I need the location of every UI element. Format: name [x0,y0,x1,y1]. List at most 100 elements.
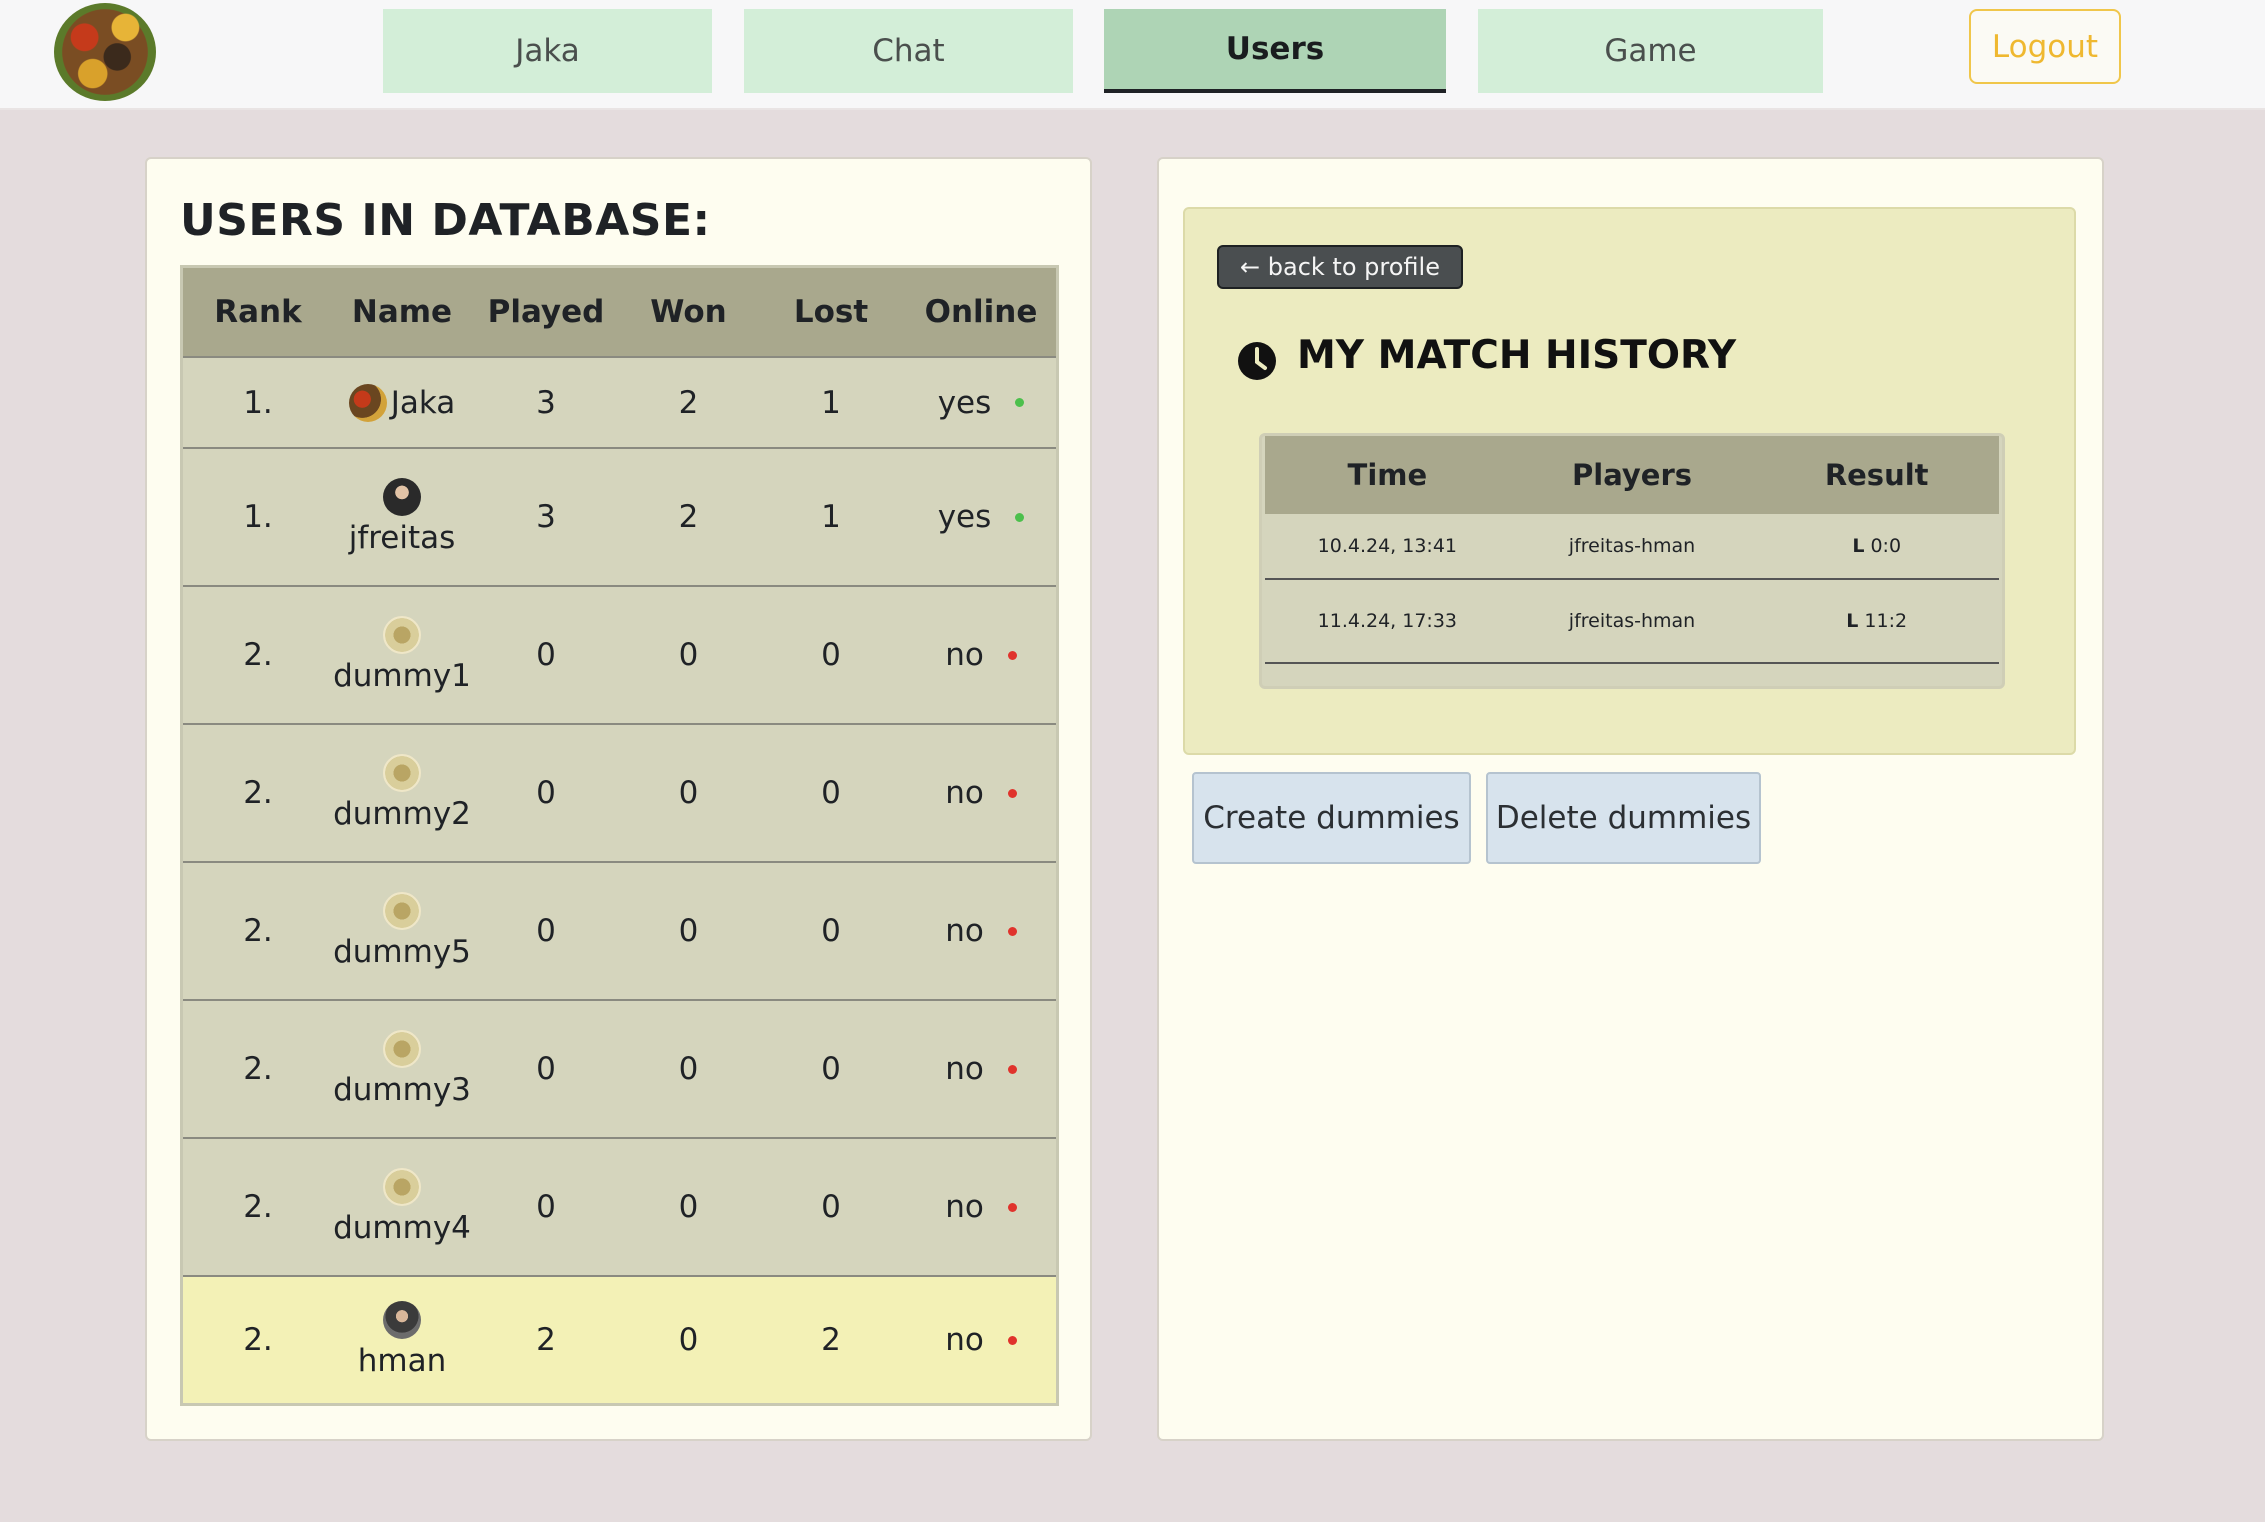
user-name[interactable]: dummy4 [333,1210,471,1246]
name-cell[interactable]: dummy5 [333,892,471,970]
clock-icon [1238,342,1276,380]
won-cell: 0 [678,913,699,949]
rank-cell: 2. [243,1189,273,1225]
lost-cell: 0 [821,1189,841,1225]
online-status: no [945,913,984,949]
name-cell[interactable]: jfreitas [333,478,471,556]
name-cell[interactable]: dummy2 [333,754,471,832]
won-cell: 2 [678,499,699,535]
lost-cell: 1 [821,499,841,535]
avatar[interactable] [383,892,421,930]
name-cell[interactable]: hman [333,1301,471,1379]
users-table-header: Rank Name Played Won Lost Online [183,268,1056,358]
lost-cell: 0 [821,913,841,949]
rank-cell: 2. [243,913,273,949]
column-header-time: Time [1347,458,1428,492]
lost-cell: 0 [821,775,841,811]
won-cell: 2 [678,384,699,421]
played-cell: 3 [536,384,556,421]
avatar[interactable] [383,1301,421,1339]
column-header-name[interactable]: Name [333,294,471,330]
offline-dot-icon [1007,650,1017,660]
online-cell: no [906,775,1056,811]
table-row[interactable]: 2. dummy2 0 0 0 no [183,725,1056,863]
online-status: no [945,1322,984,1358]
lost-cell: 1 [821,384,841,421]
column-header-played[interactable]: Played [471,294,621,330]
user-name[interactable]: hman [358,1343,447,1379]
avatar[interactable] [348,383,387,422]
user-name[interactable]: dummy5 [333,934,471,970]
avatar[interactable] [383,616,421,654]
online-cell: yes [906,499,1056,535]
rank-cell: 2. [243,1051,273,1087]
offline-dot-icon [1007,926,1017,936]
nav-tab-jaka[interactable]: Jaka [383,9,712,93]
table-row[interactable]: 2. dummy1 0 0 0 no [183,587,1056,725]
online-cell: no [906,913,1056,949]
online-cell: no [906,637,1056,673]
column-header-rank[interactable]: Rank [183,294,333,330]
name-cell[interactable]: Jaka [333,383,471,422]
table-row[interactable]: 1. Jaka 3 2 1 yes [183,358,1056,449]
user-name[interactable]: dummy2 [333,796,471,832]
create-dummies-button[interactable]: Create dummies [1192,772,1471,864]
back-to-profile-button[interactable]: ← back to profile [1217,245,1463,289]
avatar[interactable] [383,478,421,516]
app-logo-icon[interactable] [54,3,156,101]
online-dot-icon [1015,398,1025,407]
match-history-table: Time Players Result 10.4.24, 13:41 jfrei… [1259,433,2005,689]
name-cell[interactable]: dummy3 [333,1030,471,1108]
played-cell: 0 [536,1051,556,1087]
played-cell: 0 [536,637,556,673]
nav-tab-chat[interactable]: Chat [744,9,1073,93]
rank-cell: 1. [243,384,273,421]
played-cell: 0 [536,775,556,811]
name-cell[interactable]: dummy4 [333,1168,471,1246]
lost-cell: 0 [821,1051,841,1087]
offline-dot-icon [1007,1064,1017,1074]
table-row[interactable]: 1. jfreitas 3 2 1 yes [183,449,1056,587]
online-status: no [945,637,984,673]
offline-dot-icon [1007,1335,1017,1345]
online-status: no [945,1051,984,1087]
avatar[interactable] [383,1168,421,1206]
table-row[interactable]: 2. dummy3 0 0 0 no [183,1001,1056,1139]
won-cell: 0 [678,637,699,673]
online-status: yes [937,384,992,421]
users-table: Rank Name Played Won Lost Online 1. Jaka… [180,265,1059,1406]
column-header-lost[interactable]: Lost [756,294,906,330]
rank-cell: 1. [243,499,273,535]
column-header-online[interactable]: Online [906,294,1056,330]
nav-tab-game[interactable]: Game [1478,9,1823,93]
online-cell: no [906,1189,1056,1225]
online-cell: no [906,1051,1056,1087]
match-time: 11.4.24, 17:33 [1317,610,1458,632]
online-cell: no [906,1322,1056,1358]
played-cell: 0 [536,1189,556,1225]
delete-dummies-button[interactable]: Delete dummies [1486,772,1761,864]
rank-cell: 2. [243,775,273,811]
match-players: jfreitas-hman [1568,535,1696,557]
user-name[interactable]: jfreitas [349,520,456,556]
table-row[interactable]: 2. dummy5 0 0 0 no [183,863,1056,1001]
logout-button[interactable]: Logout [1969,9,2121,84]
column-header-result: Result [1824,458,1929,492]
played-cell: 2 [536,1322,556,1358]
rank-cell: 2. [243,637,273,673]
match-players: jfreitas-hman [1568,610,1696,632]
result-flag: L [1846,610,1859,632]
match-result: L 11:2 [1754,610,1999,632]
name-cell[interactable]: dummy1 [333,616,471,694]
table-row-current-user[interactable]: 2. hman 2 0 2 no [183,1277,1056,1403]
user-name[interactable]: dummy3 [333,1072,471,1108]
column-header-won[interactable]: Won [621,294,756,330]
table-row[interactable]: 2. dummy4 0 0 0 no [183,1139,1056,1277]
match-history-card: ← back to profile MY MATCH HISTORY Time … [1183,207,2076,755]
match-row: 11.4.24, 17:33 jfreitas-hman L 11:2 [1265,580,1999,664]
user-name[interactable]: dummy1 [333,658,471,694]
user-name[interactable]: Jaka [391,385,456,421]
nav-tab-users[interactable]: Users [1104,9,1446,93]
avatar[interactable] [383,1030,421,1068]
avatar[interactable] [383,754,421,792]
